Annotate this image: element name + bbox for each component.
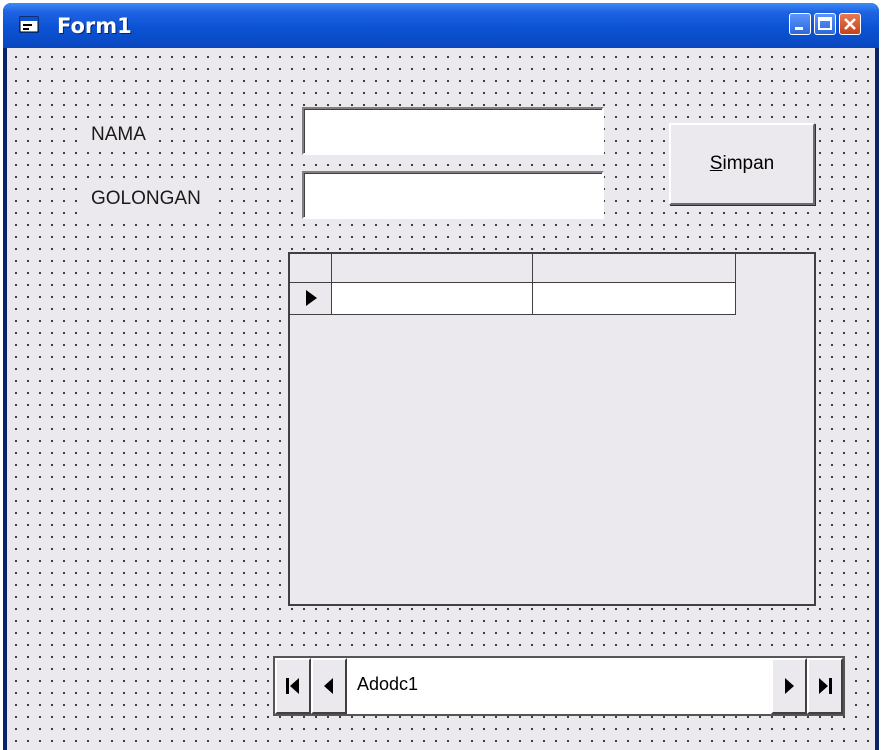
simpan-mnemonic: S <box>709 153 723 174</box>
title-bar[interactable]: Form1 <box>3 3 879 48</box>
window-title: Form1 <box>57 14 132 38</box>
grid-column-header[interactable] <box>332 254 533 283</box>
maximize-icon <box>818 17 832 30</box>
app-window: Form1 NAMA GOLONGAN Simpan Adodc1 <box>3 3 879 750</box>
adodc-control[interactable]: Adodc1 <box>273 656 845 716</box>
form-icon <box>19 16 39 33</box>
close-icon <box>844 18 856 30</box>
golongan-input[interactable] <box>302 171 604 219</box>
first-record-button[interactable] <box>275 658 311 714</box>
golongan-label: GOLONGAN <box>81 184 211 214</box>
minimize-button[interactable] <box>789 13 811 35</box>
nama-input[interactable] <box>302 107 604 155</box>
grid-cell[interactable] <box>533 283 736 315</box>
grid-row-selector[interactable] <box>290 283 332 315</box>
minimize-icon <box>795 27 803 30</box>
row-selector-icon <box>306 290 317 306</box>
grid-column-header[interactable] <box>533 254 736 283</box>
simpan-label-rest: impan <box>722 153 775 174</box>
simpan-button[interactable]: Simpan <box>669 123 815 205</box>
grid-cell[interactable] <box>332 283 533 315</box>
form-client-area: NAMA GOLONGAN Simpan Adodc1 <box>7 48 875 750</box>
previous-record-icon <box>324 678 333 694</box>
previous-record-button[interactable] <box>311 658 347 714</box>
nama-label: NAMA <box>81 120 156 150</box>
data-grid[interactable] <box>288 252 816 606</box>
last-record-button[interactable] <box>807 658 843 714</box>
first-record-icon <box>286 678 299 694</box>
last-record-icon <box>819 678 832 694</box>
adodc-caption: Adodc1 <box>357 674 419 694</box>
next-record-button[interactable] <box>771 658 807 714</box>
next-record-icon <box>785 678 794 694</box>
close-button[interactable] <box>839 13 861 35</box>
grid-corner-cell <box>290 254 332 283</box>
maximize-button[interactable] <box>814 13 836 35</box>
